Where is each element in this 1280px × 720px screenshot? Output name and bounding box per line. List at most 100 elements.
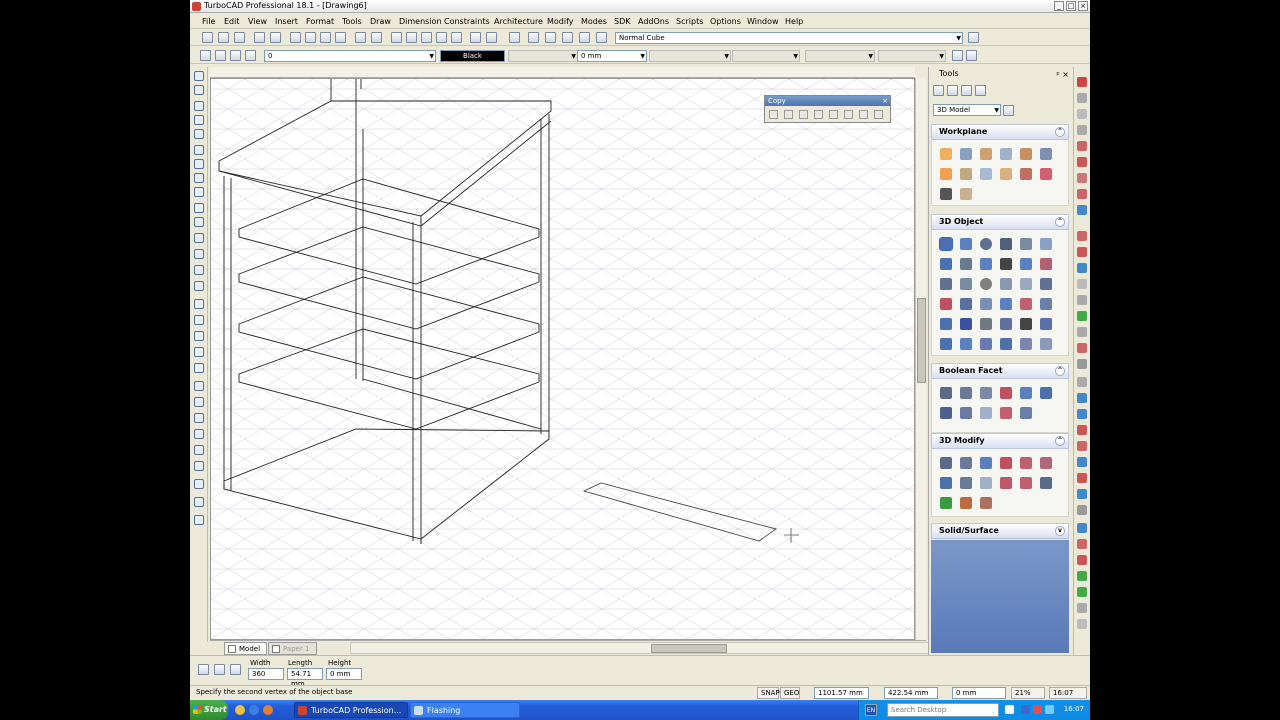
facet-edit-icon[interactable] xyxy=(940,407,952,419)
taskbar-flashing[interactable]: Flashing xyxy=(410,702,520,718)
workplane-icon[interactable] xyxy=(1040,148,1052,160)
material-combo[interactable]: ▼ xyxy=(805,50,875,62)
copy-mirror-icon[interactable] xyxy=(859,110,868,119)
tube-icon[interactable] xyxy=(1000,338,1012,350)
taskbar-turbocad[interactable]: TurboCAD Profession... xyxy=(294,702,408,718)
render-tool-icon[interactable] xyxy=(1077,77,1087,87)
color-combo[interactable]: Black xyxy=(440,50,505,62)
layers-icon[interactable] xyxy=(579,32,590,43)
line-icon[interactable] xyxy=(194,101,204,111)
section-solid-surface[interactable]: Solid/Surface v xyxy=(931,523,1069,539)
collapse-icon[interactable]: ^ xyxy=(1055,217,1065,227)
rectangle-icon[interactable] xyxy=(194,173,204,183)
pointer-icon[interactable] xyxy=(933,85,944,96)
emboss-icon[interactable] xyxy=(980,497,992,509)
text-3d-icon[interactable] xyxy=(960,338,972,350)
copy-icon[interactable] xyxy=(769,110,778,119)
snap-tool-icon[interactable] xyxy=(1077,523,1087,533)
transparency-combo[interactable]: ▼ xyxy=(878,50,946,62)
solid-box-icon[interactable] xyxy=(194,397,204,407)
extrude-icon[interactable] xyxy=(960,258,972,270)
split-icon[interactable] xyxy=(1000,387,1012,399)
redraw-icon[interactable] xyxy=(470,32,481,43)
sphere-icon[interactable] xyxy=(980,238,992,250)
fill-icon[interactable] xyxy=(194,315,204,325)
cone-icon[interactable] xyxy=(1020,238,1032,250)
menu-architecture[interactable]: Architecture xyxy=(494,17,543,26)
snap-tool-icon[interactable] xyxy=(1077,377,1087,387)
drawing-canvas[interactable] xyxy=(210,78,915,640)
language-indicator[interactable]: EN xyxy=(865,704,877,716)
snap-tool-icon[interactable] xyxy=(1077,279,1087,289)
spring-icon[interactable] xyxy=(980,298,992,310)
snap-tool-icon[interactable] xyxy=(1077,505,1087,515)
copy-path-icon[interactable] xyxy=(874,110,883,119)
imprint-icon[interactable] xyxy=(1020,387,1032,399)
brush-icon[interactable] xyxy=(194,479,204,489)
snap-tool-icon[interactable] xyxy=(1077,571,1087,581)
symbol-icon[interactable] xyxy=(194,381,204,391)
menu-dimension[interactable]: Dimension xyxy=(399,17,442,26)
shell-icon[interactable] xyxy=(940,298,952,310)
palette-settings-icon[interactable] xyxy=(1003,105,1014,116)
loft-icon[interactable] xyxy=(1000,258,1012,270)
taper-icon[interactable] xyxy=(1040,477,1052,489)
pipe-icon[interactable] xyxy=(1040,258,1052,270)
facet-cut-icon[interactable] xyxy=(1000,407,1012,419)
draft-icon[interactable] xyxy=(980,457,992,469)
face-icon[interactable] xyxy=(1040,457,1052,469)
workplane-icon[interactable] xyxy=(1020,148,1032,160)
menu-scripts[interactable]: Scripts xyxy=(676,17,703,26)
visibility-icon[interactable] xyxy=(230,50,241,61)
height-field[interactable]: 0 mm xyxy=(326,668,362,680)
snap-tool-icon[interactable] xyxy=(1077,619,1087,629)
terrain-icon[interactable] xyxy=(1020,338,1032,350)
zoom-all-icon[interactable] xyxy=(451,32,462,43)
view-tool-icon[interactable] xyxy=(1077,125,1087,135)
quicklaunch-icon[interactable] xyxy=(235,705,245,715)
helix-icon[interactable] xyxy=(1000,298,1012,310)
close-button[interactable]: × xyxy=(1078,1,1088,11)
measure-icon[interactable] xyxy=(194,461,204,471)
search-icon[interactable] xyxy=(1005,705,1014,714)
snap-tool-icon[interactable] xyxy=(1077,231,1087,241)
menu-draw[interactable]: Draw xyxy=(370,17,391,26)
snap-tool-icon[interactable] xyxy=(1077,263,1087,273)
menu-insert[interactable]: Insert xyxy=(275,17,298,26)
snap-tool-icon[interactable] xyxy=(1077,205,1087,215)
network-icon[interactable] xyxy=(1045,705,1054,714)
collapse-icon[interactable]: ^ xyxy=(1055,436,1065,446)
snap-toggle[interactable]: SNAP xyxy=(757,687,780,699)
point-icon[interactable] xyxy=(194,145,204,155)
triangle-icon[interactable] xyxy=(940,497,952,509)
workplane-icon[interactable] xyxy=(940,188,952,200)
facet-icon[interactable] xyxy=(1040,387,1052,399)
node-edit-icon[interactable] xyxy=(194,85,204,95)
wedge-icon[interactable] xyxy=(1040,238,1052,250)
select-tool-icon[interactable] xyxy=(947,85,958,96)
workplane-icon[interactable] xyxy=(980,148,992,160)
length-field[interactable]: 54.71 mm xyxy=(287,668,323,688)
move-face-icon[interactable] xyxy=(940,477,952,489)
mesh-icon[interactable] xyxy=(1000,278,1012,290)
undo-icon[interactable] xyxy=(355,32,366,43)
array-icon[interactable] xyxy=(1000,318,1012,330)
snap-tool-icon[interactable] xyxy=(1077,603,1087,613)
profile-icon[interactable] xyxy=(1020,298,1032,310)
copy-radial-icon[interactable] xyxy=(799,110,808,119)
menu-modes[interactable]: Modes xyxy=(581,17,607,26)
menu-modify[interactable]: Modify xyxy=(547,17,574,26)
spline-icon[interactable] xyxy=(194,233,204,243)
copy-icon[interactable] xyxy=(305,32,316,43)
eraser-icon[interactable] xyxy=(194,413,204,423)
network-icon[interactable] xyxy=(1040,338,1052,350)
workplane-icon[interactable] xyxy=(960,188,972,200)
menu-edit[interactable]: Edit xyxy=(224,17,240,26)
camera-icon[interactable] xyxy=(562,32,573,43)
union-icon[interactable] xyxy=(940,387,952,399)
workplane-icon[interactable] xyxy=(960,168,972,180)
snap-tool-icon[interactable] xyxy=(1077,327,1087,337)
workplane-icon[interactable] xyxy=(940,148,952,160)
section-workplane[interactable]: Workplane ^ xyxy=(931,124,1069,140)
menu-sdk[interactable]: SDK xyxy=(614,17,630,26)
